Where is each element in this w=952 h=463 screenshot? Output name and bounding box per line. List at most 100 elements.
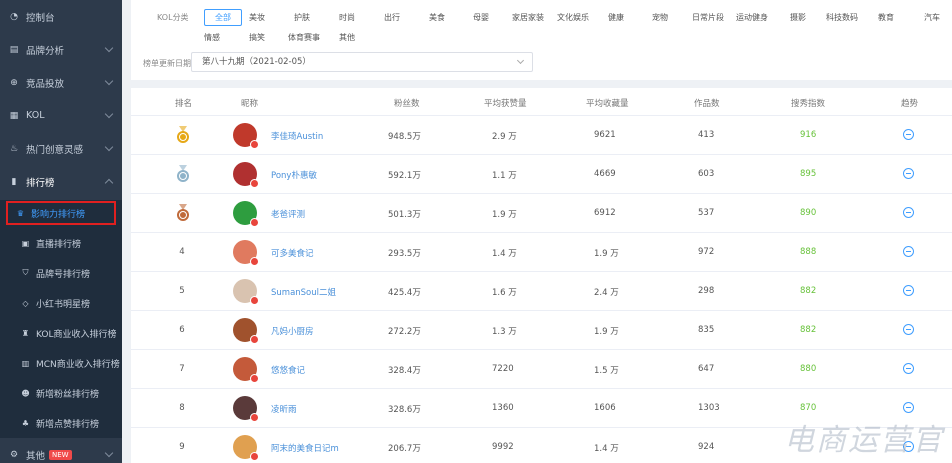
kol-name-link[interactable]: 凌昕雨 bbox=[271, 403, 297, 415]
gear-icon: ⚙ bbox=[9, 449, 19, 460]
avatar[interactable] bbox=[233, 318, 259, 344]
sidebar-item-mcn-income[interactable]: ▥ MCN商业收入排行榜 bbox=[0, 348, 122, 378]
sidebar-item-influence-ranking[interactable]: ♛ 影响力排行榜 bbox=[5, 200, 117, 226]
sidebar-item-new-likes[interactable]: ♣ 新增点赞排行榜 bbox=[0, 408, 122, 438]
category-option[interactable]: 摄影 bbox=[790, 12, 806, 23]
sidebar-item-kol-income[interactable]: ♜ KOL商业收入排行榜 bbox=[0, 318, 122, 348]
category-option[interactable]: 宠物 bbox=[652, 12, 668, 23]
category-option[interactable]: 家居家装 bbox=[512, 12, 544, 23]
avatar[interactable] bbox=[233, 279, 259, 305]
sidebar-item-label: KOL商业收入排行榜 bbox=[36, 329, 117, 340]
trend-icon[interactable] bbox=[903, 324, 914, 335]
avatar[interactable] bbox=[233, 201, 259, 227]
category-option[interactable]: 全部 bbox=[204, 9, 242, 26]
fans-count: 592.1万 bbox=[388, 171, 421, 181]
header-score: 搜秀指数 bbox=[791, 99, 826, 109]
avatar[interactable] bbox=[233, 435, 259, 461]
category-option[interactable]: 美妆 bbox=[249, 12, 265, 23]
trend-icon[interactable] bbox=[903, 168, 914, 179]
sidebar-item-other[interactable]: ⚙ 其他 NEW bbox=[0, 438, 122, 463]
rank-number: 9 bbox=[179, 442, 185, 452]
date-select[interactable]: 第八十九期（2021-02-05） bbox=[191, 52, 533, 72]
category-option[interactable]: 运动健身 bbox=[736, 12, 768, 23]
category-option[interactable]: 情感 bbox=[204, 32, 220, 43]
avg-collects: 1.9 万 bbox=[594, 249, 619, 259]
date-label: 榜单更新日期 bbox=[143, 59, 191, 68]
trend-icon[interactable] bbox=[903, 363, 914, 374]
category-option[interactable]: 健康 bbox=[608, 12, 624, 23]
avatar[interactable] bbox=[233, 357, 259, 383]
sidebar-item-brand-ranking[interactable]: ⛉ 品牌号排行榜 bbox=[0, 258, 122, 288]
verified-badge-icon bbox=[250, 335, 259, 344]
avg-collects: 9621 bbox=[594, 130, 616, 140]
avg-collects: 1606 bbox=[594, 403, 616, 413]
watermark: 电商运营官 bbox=[784, 423, 944, 458]
kol-name-link[interactable]: 老爸评测 bbox=[271, 208, 305, 220]
sidebar-item-label: MCN商业收入排行榜 bbox=[36, 359, 120, 370]
sidebar-item-label: KOL bbox=[26, 110, 45, 121]
sidebar: ◔ 控制台 ▤ 品牌分析 ⊕ 竞品投放 ▦ KOL ♨ 热门创意灵感 ▮ 排行榜… bbox=[0, 0, 122, 463]
bronze-medal-icon bbox=[176, 204, 190, 222]
kol-name-link[interactable]: Pony朴惠敏 bbox=[271, 169, 317, 181]
rank-number: 5 bbox=[179, 286, 185, 296]
works-count: 972 bbox=[698, 247, 715, 257]
table-row[interactable]: 4 可多美食记 293.5万 1.4 万 1.9 万 972 888 bbox=[131, 233, 952, 272]
category-option[interactable]: 其他 bbox=[339, 32, 355, 43]
works-count: 537 bbox=[698, 208, 715, 218]
table-row[interactable]: 6 凡妈小厨房 272.2万 1.3 万 1.9 万 835 882 bbox=[131, 311, 952, 350]
category-option[interactable]: 汽车 bbox=[924, 12, 940, 23]
kol-name-link[interactable]: 悠悠食记 bbox=[271, 364, 305, 376]
sidebar-item-dashboard[interactable]: ◔ 控制台 bbox=[0, 0, 122, 33]
sidebar-item-live-ranking[interactable]: ▣ 直播排行榜 bbox=[0, 228, 122, 258]
sidebar-item-new-fans[interactable]: ☻ 新增粉丝排行榜 bbox=[0, 378, 122, 408]
category-option[interactable]: 出行 bbox=[384, 12, 400, 23]
sidebar-item-label: 其他 bbox=[26, 450, 46, 462]
trend-icon[interactable] bbox=[903, 285, 914, 296]
category-option[interactable]: 时尚 bbox=[339, 12, 355, 23]
category-option[interactable]: 体育赛事 bbox=[288, 32, 320, 43]
avatar[interactable] bbox=[233, 123, 259, 149]
table-row[interactable]: 7 悠悠食记 328.4万 7220 1.5 万 647 880 bbox=[131, 350, 952, 389]
trend-icon[interactable] bbox=[903, 129, 914, 140]
header-works: 作品数 bbox=[694, 99, 720, 109]
avatar[interactable] bbox=[233, 162, 259, 188]
avg-collects: 1.5 万 bbox=[594, 366, 619, 376]
category-option[interactable]: 美食 bbox=[429, 12, 445, 23]
table-row[interactable]: 5 SumanSoul二姐 425.4万 1.6 万 2.4 万 298 882 bbox=[131, 272, 952, 311]
trend-icon[interactable] bbox=[903, 246, 914, 257]
sidebar-item-rankings[interactable]: ▮ 排行榜 bbox=[0, 165, 122, 198]
silver-medal-icon bbox=[176, 165, 190, 183]
category-option[interactable]: 教育 bbox=[878, 12, 894, 23]
table-row[interactable]: 李佳琦Austin 948.5万 2.9 万 9621 413 916 bbox=[131, 116, 952, 155]
category-label: KOL分类 bbox=[157, 13, 189, 22]
sidebar-item-competitor[interactable]: ⊕ 竞品投放 bbox=[0, 66, 122, 99]
header-nickname: 昵称 bbox=[241, 99, 259, 109]
category-option[interactable]: 母婴 bbox=[473, 12, 489, 23]
trend-icon[interactable] bbox=[903, 207, 914, 218]
trend-icon[interactable] bbox=[903, 402, 914, 413]
category-option[interactable]: 护肤 bbox=[294, 12, 310, 23]
category-option[interactable]: 搞笑 bbox=[249, 32, 265, 43]
table-row[interactable]: 老爸评测 501.3万 1.9 万 6912 537 890 bbox=[131, 194, 952, 233]
avatar[interactable] bbox=[233, 240, 259, 266]
kol-name-link[interactable]: 阿末的美食日记m bbox=[271, 442, 339, 454]
kol-name-link[interactable]: 李佳琦Austin bbox=[271, 130, 323, 142]
category-option[interactable]: 日常片段 bbox=[692, 12, 724, 23]
category-option[interactable]: 文化娱乐 bbox=[557, 12, 589, 23]
sidebar-item-creative[interactable]: ♨ 热门创意灵感 bbox=[0, 132, 122, 165]
sidebar-item-brand-analysis[interactable]: ▤ 品牌分析 bbox=[0, 33, 122, 66]
table-header: 排名 昵称 粉丝数 平均获赞量 平均收藏量 作品数 搜秀指数 趋势 bbox=[131, 88, 952, 116]
works-count: 647 bbox=[698, 364, 715, 374]
category-option[interactable]: 科技数码 bbox=[826, 12, 858, 23]
avatar[interactable] bbox=[233, 396, 259, 422]
index-score: 882 bbox=[800, 325, 817, 335]
works-count: 298 bbox=[698, 286, 715, 296]
sidebar-item-kol[interactable]: ▦ KOL bbox=[0, 99, 122, 132]
kol-name-link[interactable]: 凡妈小厨房 bbox=[271, 325, 314, 337]
kol-name-link[interactable]: 可多美食记 bbox=[271, 247, 314, 259]
sidebar-item-star-ranking[interactable]: ◇ 小红书明星榜 bbox=[0, 288, 122, 318]
fans-count: 328.6万 bbox=[388, 405, 421, 415]
table-row[interactable]: Pony朴惠敏 592.1万 1.1 万 4669 603 895 bbox=[131, 155, 952, 194]
kol-name-link[interactable]: SumanSoul二姐 bbox=[271, 286, 336, 298]
header-fans: 粉丝数 bbox=[394, 99, 420, 109]
